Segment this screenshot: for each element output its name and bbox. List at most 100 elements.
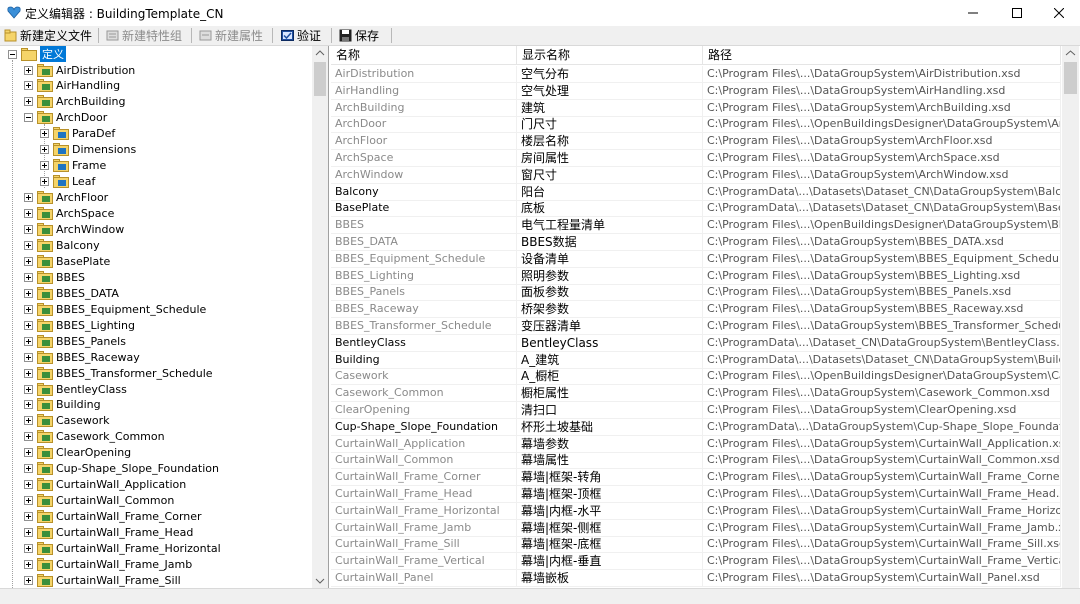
maximize-button[interactable] (994, 0, 1040, 26)
tree-item[interactable]: ArchSpace (24, 206, 114, 222)
expand-icon[interactable] (24, 448, 33, 458)
expand-icon[interactable] (40, 145, 49, 155)
new-feature-group-button[interactable]: 新建特性组 (106, 27, 182, 44)
expand-icon[interactable] (40, 177, 49, 187)
tree-item[interactable]: ArchBuilding (24, 94, 125, 110)
close-button[interactable] (1036, 0, 1080, 26)
tree-item[interactable]: BBES_Lighting (24, 317, 135, 333)
expand-icon[interactable] (40, 129, 49, 139)
list-scroll-thumb[interactable] (1064, 62, 1077, 94)
list-row[interactable]: BBES 电气工程量清单 C:\Program Files\...\OpenBuil… (331, 217, 1061, 235)
tree-item[interactable]: BentleyClass (24, 381, 127, 397)
list-scrollbar[interactable] (1062, 46, 1079, 588)
list-row[interactable]: Balcony 阳台 C:\ProgramData\...\Datasets\Dat… (331, 183, 1061, 201)
expand-icon[interactable] (24, 272, 33, 282)
tree-scrollbar[interactable] (312, 46, 328, 588)
tree-item[interactable]: CurtainWall_Frame_Horizontal (24, 541, 221, 557)
list-row[interactable]: ArchSpace 房间属性 C:\Program Files\...\DataGr… (331, 150, 1061, 167)
list-row[interactable]: ArchWindow 窗尺寸 C:\Program Files\...\DataGr… (331, 166, 1061, 184)
list-row[interactable]: AirHandling 空气处理 C:\Program Files\...\Data… (331, 82, 1061, 100)
save-button[interactable]: 保存 (339, 27, 379, 44)
tree-item[interactable]: Balcony (24, 237, 100, 253)
tree-item[interactable]: AirDistribution (24, 62, 135, 78)
list-row[interactable]: ArchFloor 楼层名称 C:\Program Files\...\DataGr… (331, 133, 1061, 151)
expand-icon[interactable] (24, 240, 33, 250)
tree-item[interactable]: CurtainWall_Application (24, 477, 186, 493)
scroll-up-icon[interactable] (1062, 46, 1079, 60)
definition-tree[interactable]: 定义 AirDistribution AirHandling ArchBuildin… (0, 46, 329, 588)
tree-item[interactable]: AirHandling (24, 78, 120, 94)
tree-item[interactable]: ParaDef (40, 126, 115, 142)
list-row[interactable]: BBES_Raceway 桥架参数 C:\Program Files\...\Dat… (331, 301, 1061, 319)
list-row[interactable]: AirDistribution 空气分布 C:\Program Files\...\… (331, 66, 1061, 83)
expand-icon[interactable] (24, 193, 33, 203)
expand-icon[interactable] (24, 575, 33, 585)
expand-icon[interactable] (24, 512, 33, 522)
list-row[interactable]: BBES_Transformer_Schedule 变压器清单 C:\Program… (331, 318, 1061, 335)
list-row[interactable]: BBES_Lighting 照明参数 C:\Program Files\...\Da… (331, 267, 1061, 285)
new-property-button[interactable]: 新建属性 (199, 27, 263, 44)
tree-root[interactable]: 定义 (8, 46, 66, 62)
collapse-icon[interactable] (8, 49, 17, 59)
tree-item[interactable]: BBES_Transformer_Schedule (24, 365, 213, 381)
expand-icon[interactable] (24, 225, 33, 234)
expand-icon[interactable] (24, 384, 33, 394)
list-row[interactable]: CurtainWall_Frame_Vertical 幕墙|内框-垂直 C:\Pro… (331, 553, 1061, 571)
tree-item[interactable]: CurtainWall_Frame_Corner (24, 509, 202, 525)
expand-icon[interactable] (24, 288, 33, 298)
tree-item[interactable]: Frame (40, 158, 106, 174)
column-header-path[interactable]: 路径 (703, 46, 1061, 65)
expand-icon[interactable] (24, 528, 33, 538)
minimize-button[interactable] (950, 0, 996, 26)
list-row[interactable]: BBES_Panels 面板参数 C:\Program Files\...\Data… (331, 284, 1061, 302)
list-row[interactable]: BBES_Equipment_Schedule 设备清单 C:\Program Fi… (331, 250, 1061, 268)
tree-item[interactable]: ClearOpening (24, 445, 131, 461)
list-row[interactable]: Building A_建筑 C:\ProgramData\...\Datasets\… (331, 351, 1061, 369)
tree-item[interactable]: Casework (24, 413, 110, 429)
expand-icon[interactable] (24, 400, 33, 410)
column-header-display-name[interactable]: 显示名称 (517, 46, 703, 65)
list-row[interactable]: Casework A_橱柜 C:\Program Files\...\OpenBui… (331, 368, 1061, 386)
column-header-name[interactable]: 名称 (331, 46, 517, 65)
tree-scroll-thumb[interactable] (314, 62, 326, 96)
list-row[interactable]: CurtainWall_Frame_Head 幕墙|框架-顶框 C:\Program… (331, 486, 1061, 503)
list-row[interactable]: Cup-Shape_Slope_Foundation 杯形土坡基础 C:\Progr… (331, 418, 1061, 436)
expand-icon[interactable] (24, 544, 33, 553)
tree-item[interactable]: Cup-Shape_Slope_Foundation (24, 461, 219, 477)
expand-icon[interactable] (24, 368, 33, 378)
validate-button[interactable]: 验证 (281, 27, 321, 44)
new-definition-file-button[interactable]: 新建定义文件 (4, 27, 92, 44)
tree-item[interactable]: BBES_DATA (24, 285, 119, 301)
list-row[interactable]: BasePlate 底板 C:\ProgramData\...\Datasets\D… (331, 200, 1061, 218)
tree-item[interactable]: Building (24, 397, 101, 413)
expand-icon[interactable] (24, 81, 33, 91)
tree-item[interactable]: BBES_Raceway (24, 349, 140, 365)
tree-item[interactable]: Casework_Common (24, 429, 165, 445)
expand-icon[interactable] (40, 161, 49, 171)
list-row[interactable]: CurtainWall_Frame_Jamb 幕墙|框架-侧框 C:\Program… (331, 519, 1061, 537)
tree-item[interactable]: Dimensions (40, 142, 136, 158)
list-row[interactable]: BentleyClass BentleyClass C:\ProgramData\.… (331, 334, 1061, 352)
collapse-icon[interactable] (24, 113, 33, 123)
list-row[interactable]: BBES_DATA BBES数据 C:\Program Files\...\Data… (331, 234, 1061, 251)
list-row[interactable]: ClearOpening 清扫口 C:\Program Files\...\Data… (331, 402, 1061, 419)
tree-item[interactable]: CurtainWall_Frame_Sill (24, 572, 181, 588)
expand-icon[interactable] (24, 432, 33, 442)
tree-item[interactable]: BBES_Panels (24, 333, 126, 349)
tree-item[interactable]: CurtainWall_Frame_Jamb (24, 556, 192, 572)
tree-item[interactable]: BasePlate (24, 253, 110, 269)
expand-icon[interactable] (24, 320, 33, 330)
expand-icon[interactable] (24, 496, 33, 506)
scroll-up-icon[interactable] (312, 46, 328, 60)
list-row[interactable]: CurtainWall_Frame_Sill 幕墙|框架-底框 C:\Program… (331, 536, 1061, 554)
expand-icon[interactable] (24, 416, 33, 426)
list-row[interactable]: Casework_Common 橱柜属性 C:\Program Files\...\… (331, 385, 1061, 403)
expand-icon[interactable] (24, 352, 33, 362)
scroll-down-icon[interactable] (312, 574, 328, 588)
tree-item[interactable]: CurtainWall_Common (24, 493, 174, 509)
list-row[interactable]: ArchBuilding 建筑 C:\Program Files\...\DataG… (331, 99, 1061, 117)
tree-item[interactable]: ArchFloor (24, 190, 108, 206)
list-row[interactable]: CurtainWall_Common 幕墙属性 C:\Program Files\.… (331, 452, 1061, 470)
expand-icon[interactable] (24, 559, 33, 569)
tree-item[interactable]: Leaf (40, 174, 95, 190)
